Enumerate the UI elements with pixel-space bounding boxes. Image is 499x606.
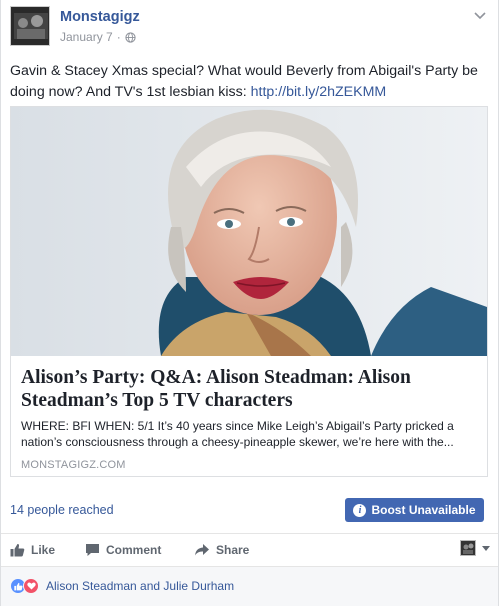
share-label: Share (216, 543, 250, 557)
meta-separator: · (116, 30, 121, 44)
link-preview-card[interactable]: Alison’s Party: Q&A: Alison Steadman: Al… (10, 106, 488, 477)
card-description: WHERE: BFI WHEN: 5/1 It’s 40 years since… (21, 419, 454, 449)
boost-label: Boost Unavailable (371, 503, 476, 517)
page-avatar[interactable] (10, 6, 50, 46)
page-name[interactable]: Monstagigz (60, 9, 140, 25)
card-source-domain: MONSTAGIGZ.COM (21, 459, 126, 471)
card-title[interactable]: Alison’s Party: Q&A: Alison Steadman: Al… (21, 366, 477, 412)
share-icon (195, 544, 209, 556)
post-actions: Like Comment Share (1, 535, 498, 565)
like-icon (10, 543, 25, 557)
love-icon (23, 578, 39, 594)
comment-icon (86, 544, 99, 556)
reaction-names[interactable]: Alison Steadman and Julie Durham (46, 579, 234, 593)
post-header: Monstagigz January 7 · (10, 6, 490, 48)
post-text: Gavin & Stacey Xmas special? What would … (10, 63, 478, 100)
people-reached[interactable]: 14 people reached (10, 503, 114, 517)
info-icon: i (353, 503, 367, 517)
post-stats: 14 people reached i Boost Unavailable (1, 486, 498, 534)
share-button[interactable]: Share (194, 543, 249, 557)
card-image[interactable] (11, 107, 487, 356)
card-body: Alison’s Party: Q&A: Alison Steadman: Al… (11, 356, 487, 476)
comment-label: Comment (106, 543, 162, 557)
post-meta: January 7 · (60, 30, 136, 44)
chevron-down-icon[interactable] (474, 12, 486, 20)
post-date[interactable]: January 7 (60, 30, 113, 44)
like-label: Like (31, 543, 56, 557)
post-message: Gavin & Stacey Xmas special? What would … (10, 61, 492, 103)
boost-button[interactable]: i Boost Unavailable (345, 498, 484, 522)
globe-icon[interactable] (125, 31, 136, 43)
viewer-chevron-down-icon[interactable] (482, 546, 490, 551)
like-button[interactable]: Like (10, 543, 55, 557)
reaction-icons[interactable] (10, 578, 40, 594)
viewer-avatar[interactable] (460, 540, 476, 556)
facebook-post: Monstagigz January 7 · Gavin & Stacey Xm… (0, 0, 499, 606)
post-link[interactable]: http://bit.ly/2hZEKMM (251, 84, 387, 100)
comment-button[interactable]: Comment (85, 543, 161, 557)
reactions-bar: Alison Steadman and Julie Durham (1, 566, 498, 606)
